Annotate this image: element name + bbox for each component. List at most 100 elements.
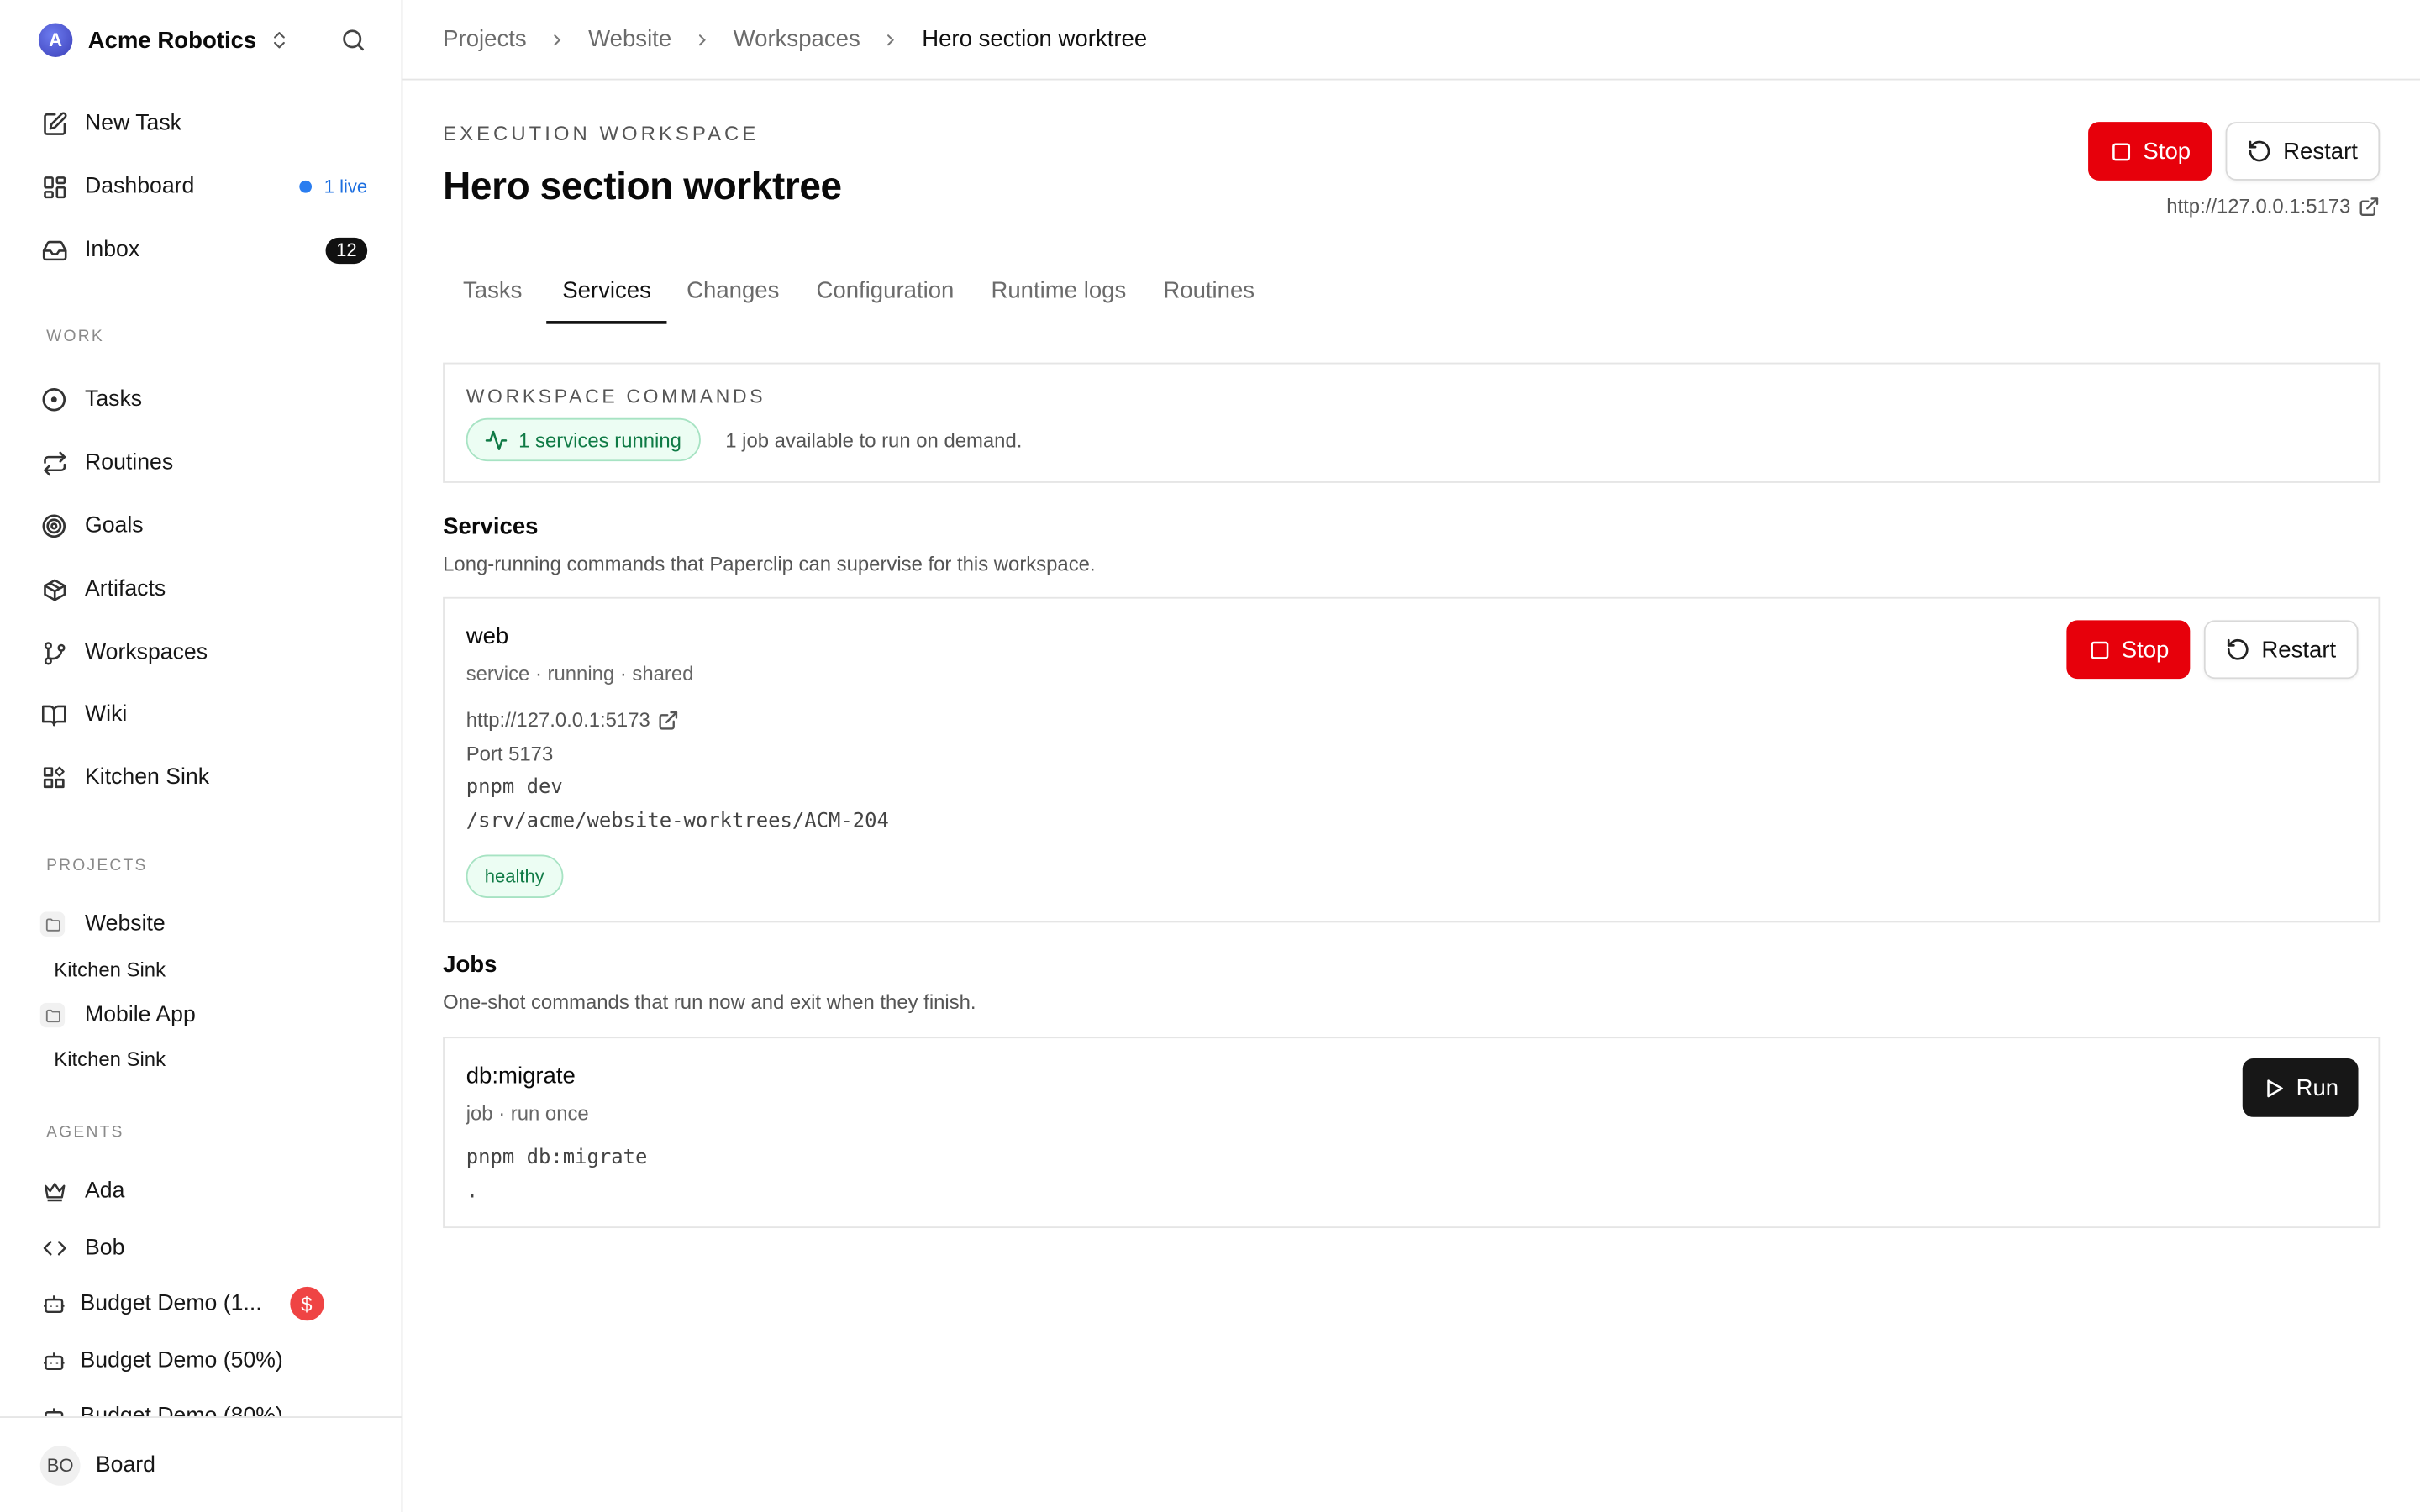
sidebar: A Acme Robotics New Task Dashboard 1 liv… — [0, 0, 403, 1512]
nav-label: Dashboard — [85, 174, 195, 199]
inbox-icon — [40, 236, 68, 264]
workspace-commands-card: WORKSPACE COMMANDS 1 services running 1 … — [443, 362, 2381, 483]
jobs-description: One-shot commands that run now and exit … — [443, 990, 976, 1014]
project-sub-item[interactable]: Kitchen Sink — [54, 958, 166, 982]
live-dot — [299, 180, 312, 193]
square-icon — [2109, 139, 2133, 163]
agent-label: Budget Demo (80%) — [80, 1404, 283, 1417]
footer-label: Board — [95, 1452, 155, 1478]
crown-icon — [40, 1177, 68, 1205]
nav-routines[interactable]: Routines — [40, 444, 367, 481]
nav-workspaces[interactable]: Workspaces — [40, 634, 367, 671]
nav-artifacts[interactable]: Artifacts — [40, 571, 367, 608]
tab-configuration[interactable]: Configuration — [799, 265, 974, 324]
external-link-icon — [650, 709, 680, 731]
nav-new-task[interactable]: New Task — [40, 105, 367, 142]
agent-label: Budget Demo (50%) — [80, 1348, 283, 1373]
repeat-icon — [40, 449, 68, 476]
blocks-icon — [40, 764, 68, 791]
nav-label: Tasks — [85, 387, 143, 412]
button-label: Stop — [2143, 138, 2191, 165]
pencil-square-icon — [40, 109, 68, 137]
service-command: pnpm dev — [466, 775, 563, 800]
service-url-text: http://127.0.0.1:5173 — [466, 708, 650, 732]
service-meta: service · running · shared — [466, 661, 694, 685]
breadcrumb: Projects Website Workspaces Hero section… — [402, 0, 2420, 81]
budget-warning-badge: $ — [289, 1286, 324, 1321]
tab-bar: Tasks Services Changes Configuration Run… — [443, 265, 1275, 324]
page-title: Hero section worktree — [443, 165, 842, 208]
nav-tasks[interactable]: Tasks — [40, 381, 367, 418]
tab-changes[interactable]: Changes — [671, 265, 800, 324]
project-item-mobile-app[interactable]: Mobile App — [39, 998, 367, 1032]
project-sub-item[interactable]: Kitchen Sink — [54, 1047, 166, 1071]
health-badge: healthy — [466, 854, 563, 898]
nav-dashboard[interactable]: Dashboard 1 live — [40, 168, 367, 205]
nav-kitchen-sink[interactable]: Kitchen Sink — [40, 759, 367, 796]
folder-icon — [39, 911, 66, 937]
card-label: WORKSPACE COMMANDS — [466, 386, 766, 407]
service-url-link[interactable]: http://127.0.0.1:5173 — [466, 708, 680, 732]
search-icon[interactable] — [339, 26, 367, 54]
workspace-restart-button[interactable]: Restart — [2225, 122, 2381, 181]
tab-tasks[interactable]: Tasks — [443, 265, 542, 324]
service-stop-button[interactable]: Stop — [2066, 620, 2191, 680]
workspace-stop-button[interactable]: Stop — [2088, 122, 2212, 181]
service-restart-button[interactable]: Restart — [2203, 620, 2359, 680]
nav-label: Artifacts — [85, 576, 166, 602]
activity-icon — [485, 428, 518, 452]
agent-item-budget-demo-50[interactable]: Budget Demo (50%) — [40, 1344, 367, 1378]
job-meta: job · run once — [466, 1101, 589, 1125]
service-name: web — [466, 623, 509, 650]
nav-label: Inbox — [85, 237, 140, 263]
job-run-button[interactable]: Run — [2242, 1058, 2359, 1117]
chevron-right-icon — [693, 30, 712, 49]
company-switcher[interactable]: A Acme Robotics — [38, 23, 372, 57]
section-label-work: WORK — [46, 327, 104, 346]
company-name: Acme Robotics — [87, 27, 257, 54]
job-command: pnpm db:migrate — [466, 1146, 648, 1170]
jobs-title: Jobs — [443, 952, 497, 979]
breadcrumb-projects[interactable]: Projects — [443, 26, 527, 52]
rotate-ccw-icon — [2226, 638, 2250, 662]
nav-wiki[interactable]: Wiki — [40, 696, 367, 732]
tab-runtime-logs[interactable]: Runtime logs — [974, 265, 1146, 324]
button-label: Restart — [2283, 138, 2358, 165]
page-eyebrow: EXECUTION WORKSPACE — [443, 122, 760, 145]
nav-inbox[interactable]: Inbox 12 — [40, 232, 368, 269]
company-logo: A — [38, 23, 73, 57]
chevron-right-icon — [548, 30, 566, 49]
jobs-available-note: 1 job available to run on demand. — [725, 428, 1023, 453]
nav-label: Wiki — [85, 701, 128, 727]
workspace-url-link[interactable]: http://127.0.0.1:5173 — [2166, 194, 2380, 218]
breadcrumb-workspaces[interactable]: Workspaces — [734, 26, 860, 52]
play-icon — [2262, 1076, 2286, 1100]
workspace-url-text: http://127.0.0.1:5173 — [2166, 194, 2351, 218]
sidebar-footer-board[interactable]: BO Board — [0, 1416, 402, 1512]
live-indicator: 1 live — [299, 176, 367, 197]
agent-label: Budget Demo (1... — [80, 1291, 262, 1316]
agent-item-ada[interactable]: Ada — [40, 1174, 367, 1208]
breadcrumb-current: Hero section worktree — [922, 26, 1148, 53]
nav-label: Routines — [85, 450, 174, 475]
rotate-ccw-icon — [2248, 139, 2272, 163]
services-description: Long-running commands that Paperclip can… — [443, 552, 1096, 576]
breadcrumb-website[interactable]: Website — [588, 26, 671, 52]
tab-routines[interactable]: Routines — [1146, 265, 1275, 324]
nav-goals[interactable]: Goals — [40, 507, 367, 544]
tab-services[interactable]: Services — [546, 265, 666, 324]
agent-item-budget-demo-1[interactable]: Budget Demo (1... $ — [40, 1286, 367, 1321]
service-card-web: web service · running · shared http://12… — [443, 596, 2381, 923]
agent-item-bob[interactable]: Bob — [40, 1231, 367, 1265]
live-count: 1 live — [324, 176, 368, 198]
chevrons-up-down-icon — [269, 29, 291, 51]
avatar: BO — [39, 1445, 81, 1485]
agent-label: Ada — [85, 1179, 125, 1204]
box-icon — [40, 575, 68, 603]
bot-icon — [40, 1290, 68, 1318]
agent-item-budget-demo-80[interactable]: Budget Demo (80%) — [40, 1398, 367, 1417]
bot-icon — [40, 1347, 68, 1374]
circle-dot-icon — [40, 386, 68, 413]
job-name: db:migrate — [466, 1063, 576, 1089]
project-item-website[interactable]: Website — [39, 907, 367, 941]
